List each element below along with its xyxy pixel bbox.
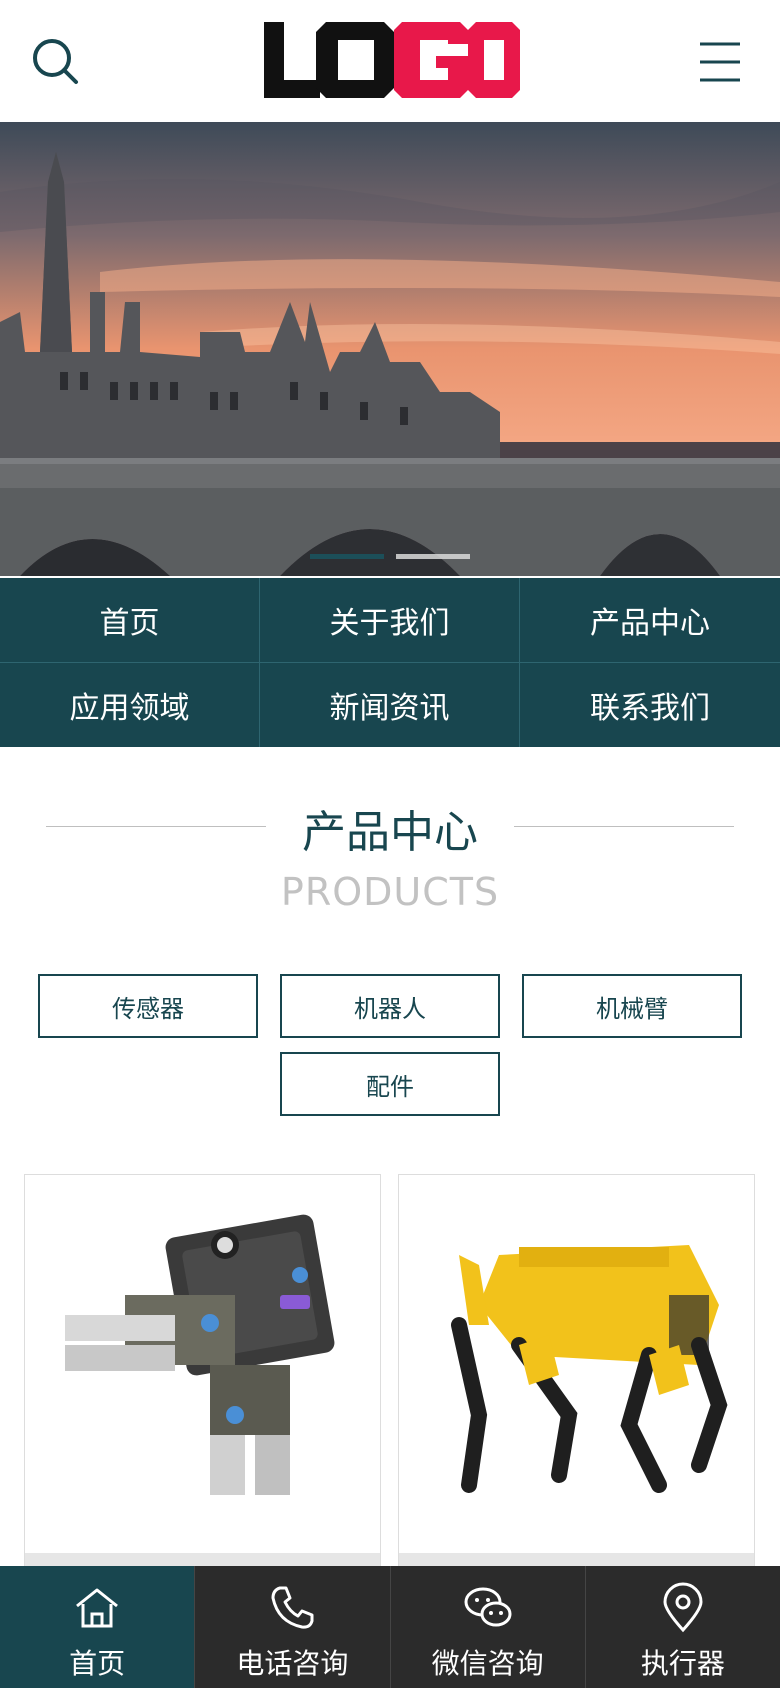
section-title: 产品中心 (302, 807, 478, 858)
product-card[interactable]: 产品展示九 (24, 1174, 381, 1594)
wechat-icon (464, 1587, 512, 1627)
tab-label: 执行器 (640, 1647, 725, 1680)
phone-icon (271, 1586, 314, 1629)
home-icon (76, 1588, 119, 1628)
nav-item-news[interactable]: 新闻资讯 (260, 662, 520, 747)
product-image (65, 1214, 335, 1495)
tab-phone[interactable]: 电话咨询 (195, 1566, 391, 1688)
menu-icon[interactable] (696, 38, 744, 86)
main-nav: 首页 关于我们 产品中心 应用领域 新闻资讯 联系我们 (0, 578, 780, 747)
header (0, 0, 780, 122)
nav-item-about[interactable]: 关于我们 (260, 578, 520, 663)
banner-dot[interactable] (310, 554, 384, 559)
banner-slider[interactable] (0, 122, 780, 576)
category-button-arm[interactable]: 机械臂 (522, 974, 742, 1038)
product-image (451, 1245, 728, 1493)
nav-item-home[interactable]: 首页 (0, 578, 260, 663)
category-button-accessories[interactable]: 配件 (280, 1052, 500, 1116)
tab-home[interactable]: 首页 (0, 1566, 196, 1688)
tab-label: 电话咨询 (236, 1647, 349, 1680)
tab-location[interactable]: 执行器 (586, 1566, 780, 1688)
logo[interactable] (262, 20, 522, 100)
banner-dot[interactable] (396, 554, 470, 559)
bottom-bar: 首页 电话咨询 微信咨询 执行器 (0, 1566, 780, 1688)
tab-label: 首页 (69, 1647, 126, 1680)
nav-item-contact[interactable]: 联系我们 (520, 663, 780, 748)
product-card[interactable]: 产品在展示八 (398, 1174, 755, 1594)
tab-label: 微信咨询 (431, 1647, 544, 1680)
search-icon[interactable] (30, 36, 82, 88)
nav-item-products[interactable]: 产品中心 (520, 578, 780, 663)
section-subtitle: PRODUCTS (280, 870, 500, 914)
location-icon (663, 1582, 703, 1633)
tab-wechat[interactable]: 微信咨询 (391, 1566, 586, 1688)
category-button-robot[interactable]: 机器人 (280, 974, 500, 1038)
category-button-sensor[interactable]: 传感器 (38, 974, 258, 1038)
nav-item-applications[interactable]: 应用领域 (0, 662, 260, 747)
